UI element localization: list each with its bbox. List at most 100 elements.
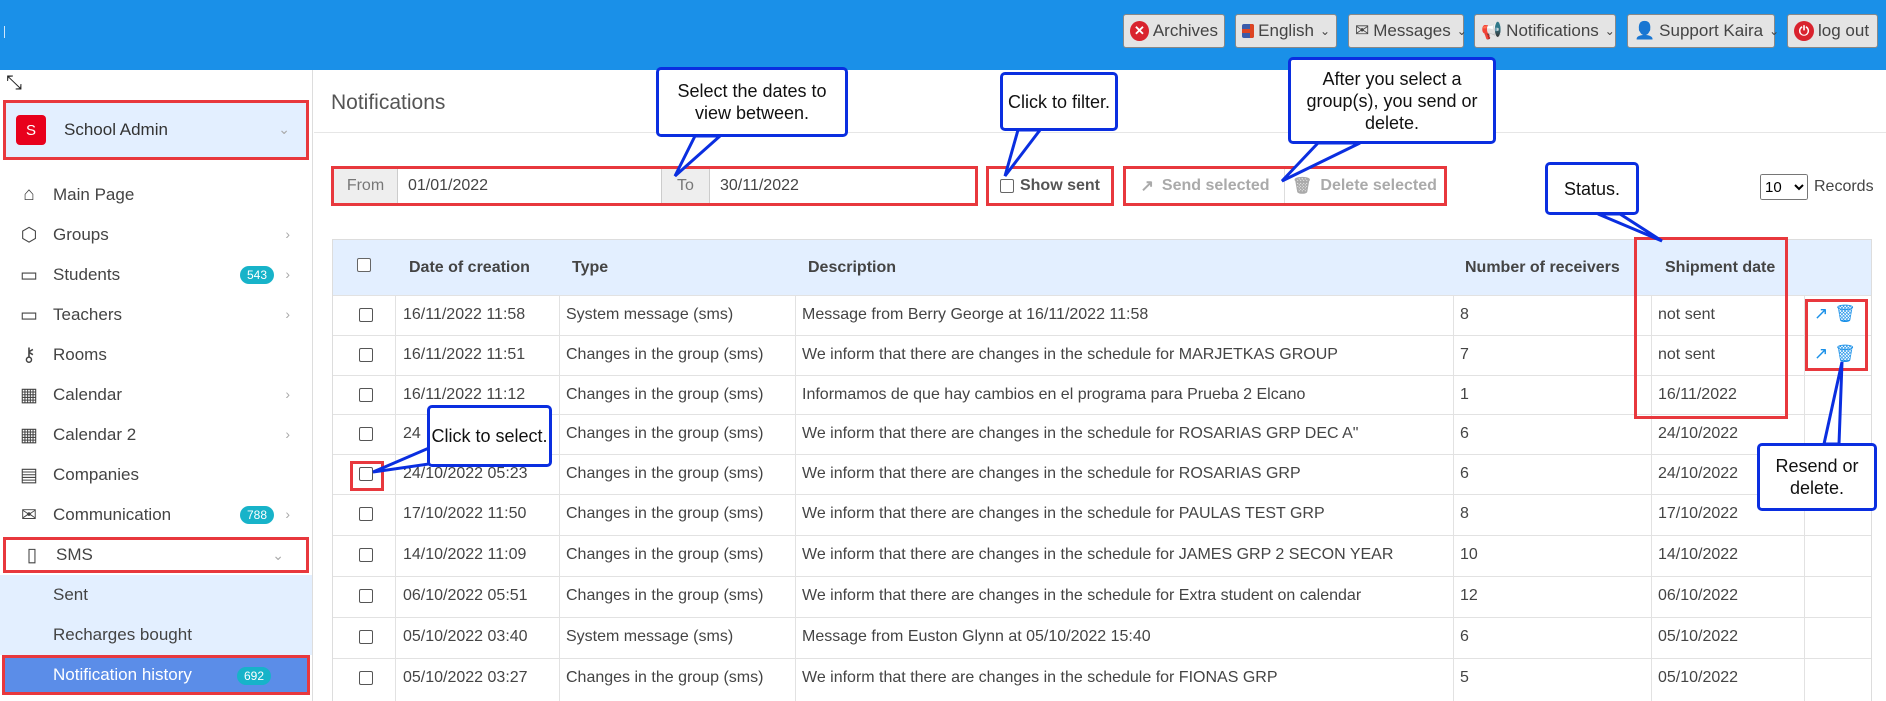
cell-type: Changes in the group (sms) [566, 346, 764, 363]
table-row[interactable]: 05/10/2022 03:27 Changes in the group (sm… [333, 658, 1871, 698]
sidebar-item-calendar-2[interactable]: ▦ Calendar 2 › [0, 415, 312, 455]
sidebar-subitem-recharges-bought[interactable]: Recharges bought [0, 615, 312, 655]
envelope-icon: ✉ [21, 504, 37, 526]
notifications-dropdown[interactable]: 📢 Notifications ⌄ [1474, 14, 1616, 48]
cell-type: Changes in the group (sms) [566, 425, 764, 442]
chevron-right-icon: › [285, 226, 290, 242]
records-per-page-select[interactable]: 10 [1760, 174, 1808, 200]
bulk-actions: ↗ Send selected 🗑 Delete selected [1123, 166, 1447, 206]
sidebar-subitem-label: Notification history [53, 665, 192, 684]
sidebar-item-companies[interactable]: ▤ Companies [0, 455, 312, 495]
cell-description: Message from Berry George at 16/11/2022 … [802, 306, 1149, 323]
compress-icon[interactable]: ⤡ [6, 72, 22, 95]
select-all-checkbox[interactable] [357, 258, 371, 272]
navbar-tick [4, 26, 5, 38]
title-divider [314, 132, 1886, 133]
logout-button[interactable]: ⏻ log out [1787, 14, 1878, 48]
cell-type: Changes in the group (sms) [566, 669, 764, 686]
uk-flag-icon [1242, 24, 1255, 38]
cell-shipment-date: 24/10/2022 [1658, 425, 1739, 442]
sidebar-item-sms[interactable]: ▯ SMS ⌄ [3, 537, 309, 573]
cell-number-of-receivers: 6 [1460, 425, 1469, 442]
sidebar-item-groups[interactable]: ⬡ Groups › [0, 215, 312, 255]
sidebar-subitem-sent[interactable]: Sent [0, 575, 312, 615]
cell-description: We inform that there are changes in the … [802, 546, 1394, 563]
chevron-right-icon: › [285, 306, 290, 322]
cell-shipment-date: 05/10/2022 [1658, 669, 1739, 686]
user-dropdown[interactable]: 👤 Support Kaira ⌄ [1627, 14, 1779, 48]
id-card-icon: ▭ [20, 304, 38, 326]
sidebar-nav: ⌂ Main Page ⬡ Groups › ▭ Students 543 › … [0, 175, 312, 695]
table-row[interactable]: 14/10/2022 11:09 Changes in the group (sm… [333, 535, 1871, 575]
table-row[interactable]: 24/10/2022 05:23 Changes in the group (sm… [333, 454, 1871, 494]
send-selected-button[interactable]: ↗ Send selected [1126, 169, 1284, 203]
row-checkbox[interactable] [359, 388, 373, 402]
cell-number-of-receivers: 7 [1460, 346, 1469, 363]
table-row[interactable]: 17/10/2022 11:50 Changes in the group (sm… [333, 494, 1871, 534]
row-checkbox[interactable] [359, 427, 373, 441]
row-checkbox[interactable] [359, 548, 373, 562]
row-checkbox[interactable] [359, 589, 373, 603]
messages-dropdown[interactable]: ✉ Messages ⌄ [1348, 14, 1467, 48]
cell-date-of-creation: 16/11/2022 11:58 [403, 306, 526, 323]
row-checkbox[interactable] [359, 507, 373, 521]
col-number-of-receivers[interactable]: Number of receivers [1465, 259, 1620, 277]
chevron-right-icon: › [285, 266, 290, 282]
cell-shipment-date: 14/10/2022 [1658, 546, 1739, 563]
cell-description: We inform that there are changes in the … [802, 465, 1301, 482]
cell-date-of-creation: 16/11/2022 11:12 [403, 386, 526, 403]
sidebar-item-main-page[interactable]: ⌂ Main Page [0, 175, 312, 215]
callout-resend-delete: Resend or delete. [1757, 443, 1877, 511]
col-date-of-creation[interactable]: Date of creation [409, 259, 530, 277]
row-checkbox-highlight [350, 461, 384, 491]
sidebar-item-rooms[interactable]: ⚷ Rooms [0, 335, 312, 375]
archives-button[interactable]: ✕ Archives [1123, 14, 1225, 48]
language-dropdown[interactable]: English ⌄ [1235, 14, 1337, 48]
col-type[interactable]: Type [572, 259, 608, 277]
cell-type: Changes in the group (sms) [566, 546, 764, 563]
table-row[interactable]: 24 Changes in the group (sms) We inform th… [333, 414, 1871, 454]
cell-number-of-receivers: 6 [1460, 628, 1469, 645]
cell-date-of-creation: 06/10/2022 05:51 [403, 587, 528, 604]
callout-filter: Click to filter. [1000, 72, 1118, 131]
sidebar: ⤡ S School Admin ⌄ ⌂ Main Page ⬡ Groups … [0, 70, 313, 701]
from-date-input[interactable] [398, 169, 661, 203]
cell-number-of-receivers: 8 [1460, 505, 1469, 522]
cell-date-of-creation: 17/10/2022 11:50 [403, 505, 527, 522]
row-checkbox[interactable] [359, 671, 373, 685]
share-icon: ↗ [1140, 178, 1154, 195]
to-label: To [661, 169, 710, 203]
table-row[interactable]: 05/10/2022 03:40 System message (sms) Mess… [333, 617, 1871, 657]
cell-date-of-creation: 24 [403, 425, 421, 442]
checkbox-icon [999, 179, 1014, 193]
chevron-down-icon: ⌄ [1319, 24, 1330, 38]
sidebar-item-teachers[interactable]: ▭ Teachers › [0, 295, 312, 335]
envelope-icon: ✉ [1355, 21, 1370, 40]
cell-type: System message (sms) [566, 306, 734, 323]
to-date-input[interactable] [710, 169, 975, 203]
row-checkbox[interactable] [359, 308, 373, 322]
cell-number-of-receivers: 12 [1460, 587, 1478, 604]
page-title: Notifications [331, 91, 446, 114]
id-card-icon: ▭ [20, 264, 38, 286]
cell-date-of-creation: 14/10/2022 11:09 [403, 546, 527, 563]
row-checkbox[interactable] [359, 348, 373, 362]
sidebar-item-students[interactable]: ▭ Students 543 › [0, 255, 312, 295]
sidebar-item-calendar[interactable]: ▦ Calendar › [0, 375, 312, 415]
delete-selected-button[interactable]: 🗑 Delete selected [1284, 169, 1444, 203]
callout-select: Click to select. [427, 405, 552, 467]
cell-shipment-date: 24/10/2022 [1658, 465, 1739, 482]
sidebar-item-communication[interactable]: ✉ Communication 788 › [0, 495, 312, 535]
row-checkbox[interactable] [359, 630, 373, 644]
cell-number-of-receivers: 5 [1460, 669, 1469, 686]
col-description[interactable]: Description [808, 259, 896, 277]
cell-description: We inform that there are changes in the … [802, 587, 1362, 604]
key-icon: ⚷ [22, 344, 36, 366]
show-sent-toggle[interactable]: Show sent [986, 166, 1114, 206]
table-row[interactable]: 06/10/2022 05:51 Changes in the group (sm… [333, 576, 1871, 616]
cell-type: Changes in the group (sms) [566, 505, 764, 522]
cell-date-of-creation: 05/10/2022 03:27 [403, 669, 528, 686]
cell-number-of-receivers: 1 [1460, 386, 1469, 403]
org-switcher[interactable]: S School Admin ⌄ [3, 100, 309, 160]
sidebar-subitem-notification-history[interactable]: Notification history 692 [2, 655, 310, 695]
